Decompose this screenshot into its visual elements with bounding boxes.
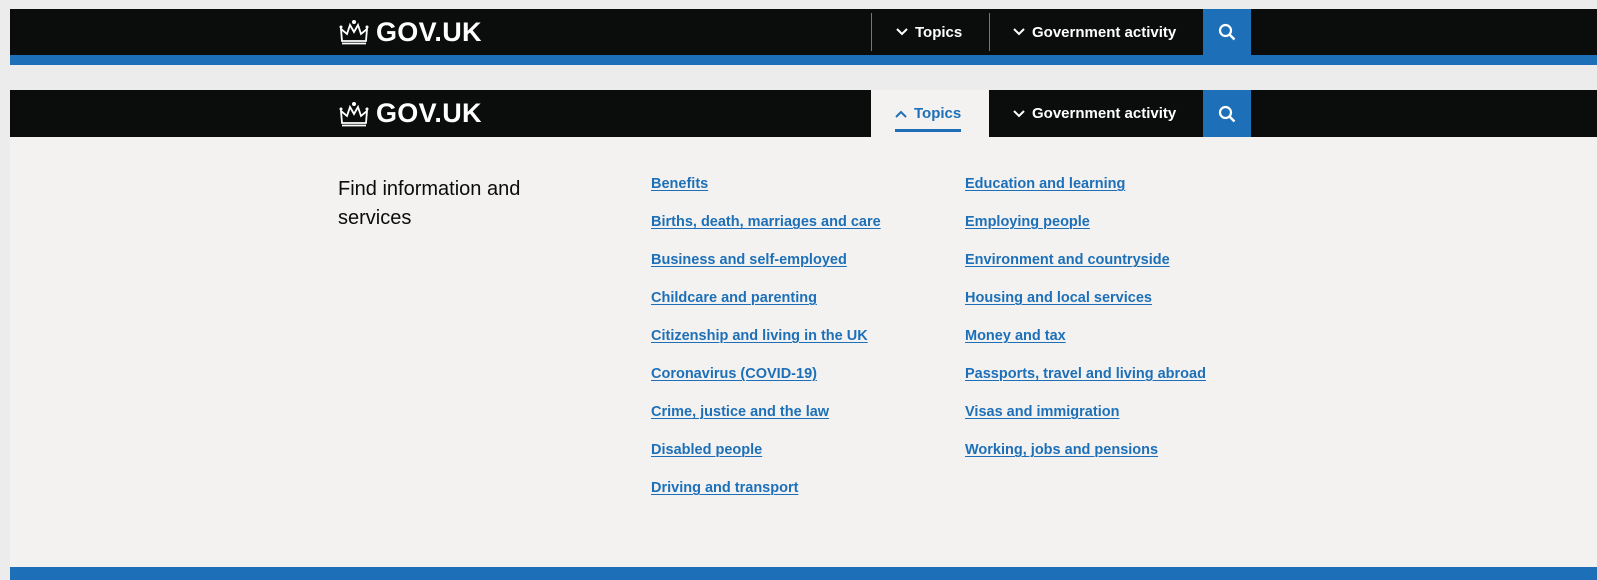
crown-icon [339,20,369,45]
search-icon [1218,23,1236,41]
topics-label: Topics [914,105,962,122]
topic-link[interactable]: Working, jobs and pensions [965,442,1158,458]
topic-link[interactable]: Education and learning [965,176,1125,192]
topics-label: Topics [915,23,963,41]
topic-link[interactable]: Births, death, marriages and care [651,214,881,230]
topic-link[interactable]: Citizenship and living in the UK [651,328,868,344]
list-item: Visas and immigration [965,403,1206,441]
topics-column-2: Education and learning Employing people … [965,175,1206,479]
topic-link[interactable]: Employing people [965,214,1090,230]
list-item: Births, death, marriages and care [651,213,881,251]
government-activity-label: Government activity [1032,105,1177,122]
logo-text: GOV.UK [376,16,482,47]
chevron-down-icon [896,28,908,36]
list-item: Disabled people [651,441,881,479]
search-icon [1218,105,1236,122]
logo-text: GOV.UK [376,98,482,128]
list-item: Passports, travel and living abroad [965,365,1206,403]
nav-separator [989,13,990,51]
topic-link[interactable]: Childcare and parenting [651,290,817,306]
list-item: Employing people [965,213,1206,251]
chevron-down-icon [1013,28,1025,36]
government-activity-label: Government activity [1032,23,1177,41]
nav-separator [871,13,872,51]
topic-link[interactable]: Disabled people [651,442,762,458]
topic-link[interactable]: Driving and transport [651,480,798,496]
crown-icon [339,101,369,126]
topic-link[interactable]: Benefits [651,176,708,192]
list-item: Childcare and parenting [651,289,881,327]
topic-link[interactable]: Money and tax [965,328,1066,344]
list-item: Housing and local services [965,289,1206,327]
header-collapsed: GOV.UK Topics Government activity [10,9,1597,55]
topic-link[interactable]: Environment and countryside [965,252,1170,268]
topics-toggle-button-open[interactable]: Topics [871,90,989,137]
govuk-logo-link[interactable]: GOV.UK [338,90,482,137]
topic-link[interactable]: Visas and immigration [965,404,1119,420]
list-item: Money and tax [965,327,1206,365]
topic-link[interactable]: Passports, travel and living abroad [965,366,1206,382]
list-item: Benefits [651,175,881,213]
government-activity-toggle-button[interactable]: Government activity [1013,90,1176,137]
list-item: Coronavirus (COVID-19) [651,365,881,403]
header-blue-stripe [10,55,1597,65]
active-tab-underline [895,129,961,132]
menu-heading: Find information and services [338,178,521,229]
list-item: Citizenship and living in the UK [651,327,881,365]
topic-link[interactable]: Coronavirus (COVID-19) [651,366,817,382]
chevron-up-icon [895,110,907,118]
topics-toggle-button[interactable]: Topics [896,9,962,55]
topic-link[interactable]: Business and self-employed [651,252,847,268]
topics-column-1: Benefits Births, death, marriages and ca… [651,175,881,517]
list-item: Environment and countryside [965,251,1206,289]
header-blue-stripe [10,567,1597,580]
topics-menu-panel: Find information and services Benefits B… [10,137,1597,567]
list-item: Working, jobs and pensions [965,441,1206,479]
header-expanded: GOV.UK Topics Government activity [10,90,1597,137]
topic-link[interactable]: Housing and local services [965,290,1152,306]
list-item: Business and self-employed [651,251,881,289]
list-item: Crime, justice and the law [651,403,881,441]
search-button[interactable] [1203,9,1251,55]
list-item: Driving and transport [651,479,881,517]
government-activity-toggle-button[interactable]: Government activity [1013,9,1176,55]
govuk-logo-link[interactable]: GOV.UK [338,9,482,55]
list-item: Education and learning [965,175,1206,213]
topic-link[interactable]: Crime, justice and the law [651,404,829,420]
chevron-down-icon [1013,109,1025,117]
search-button[interactable] [1203,90,1251,137]
